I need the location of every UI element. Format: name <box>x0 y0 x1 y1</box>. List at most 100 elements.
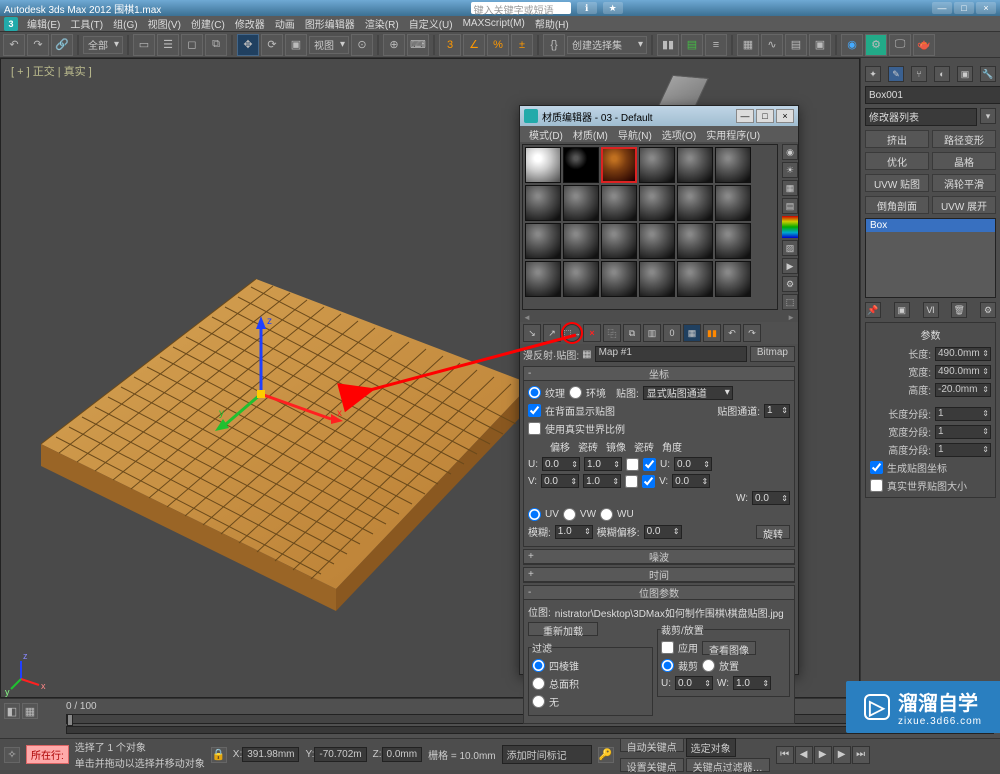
menu-tools[interactable]: 工具(T) <box>65 16 108 31</box>
mod-turbosmooth[interactable]: 涡轮平滑 <box>932 174 996 192</box>
timeline-mini-icon[interactable]: ◧ <box>4 703 20 719</box>
minimize-button[interactable]: — <box>932 2 952 14</box>
sample-slot[interactable] <box>639 185 675 221</box>
mirror-button[interactable]: ▮▮ <box>657 34 679 56</box>
material-id-icon[interactable]: 0 <box>663 324 681 342</box>
go-forward-icon[interactable]: ↷ <box>743 324 761 342</box>
star-icon[interactable]: ★ <box>603 2 623 14</box>
matedit-menubar[interactable]: 模式(D) 材质(M) 导航(N) 选项(O) 实用程序(U) <box>520 126 798 142</box>
show-end-result-icon[interactable]: ▮▮ <box>703 324 721 342</box>
render-button[interactable]: 🫖 <box>913 34 935 56</box>
sample-slot[interactable] <box>639 223 675 259</box>
coord-x[interactable]: 391.98mm <box>242 747 299 762</box>
sample-slot[interactable] <box>525 147 561 183</box>
layers-button[interactable]: ≡ <box>705 34 727 56</box>
widthsegs-spinner[interactable]: 1 <box>935 425 991 439</box>
menu-maxscript[interactable]: MAXScript(M) <box>458 18 530 29</box>
object-name-input[interactable] <box>865 86 1000 104</box>
rotate-button[interactable]: 旋转 <box>756 525 790 539</box>
menu-view[interactable]: 视图(V) <box>143 16 186 31</box>
menu-group[interactable]: 组(G) <box>108 16 142 31</box>
uv-radio[interactable] <box>528 508 541 521</box>
play-button[interactable]: ▶ <box>814 746 832 764</box>
render-setup-button[interactable]: ⚙ <box>865 34 887 56</box>
mod-uvwmap[interactable]: UVW 贴图 <box>865 174 929 192</box>
dopesheet-button[interactable]: ▤ <box>785 34 807 56</box>
sample-slot[interactable] <box>639 261 675 297</box>
matmenu-options[interactable]: 选项(O) <box>657 127 701 142</box>
coord-y[interactable]: -70.702m <box>314 747 366 762</box>
panel-utilities-icon[interactable]: 🔧 <box>980 66 996 82</box>
menu-graph[interactable]: 图形编辑器 <box>300 16 360 31</box>
percent-snap-button[interactable]: % <box>487 34 509 56</box>
spinner-snap-button[interactable]: ± <box>511 34 533 56</box>
menu-customize[interactable]: 自定义(U) <box>404 16 458 31</box>
matmenu-nav[interactable]: 导航(N) <box>613 127 657 142</box>
go-to-parent-icon[interactable]: ↶ <box>723 324 741 342</box>
width-spinner[interactable]: 490.0mm <box>935 365 991 379</box>
snap-button[interactable]: 3 <box>439 34 461 56</box>
sample-slot[interactable] <box>601 261 637 297</box>
mod-optimize[interactable]: 优化 <box>865 152 929 170</box>
heightsegs-spinner[interactable]: 1 <box>935 443 991 457</box>
select-region-button[interactable]: ◻ <box>181 34 203 56</box>
window-crossing-button[interactable]: ⧉ <box>205 34 227 56</box>
panel-display-icon[interactable]: ▣ <box>957 66 973 82</box>
main-menubar[interactable]: 3 编辑(E) 工具(T) 组(G) 视图(V) 创建(C) 修改器 动画 图形… <box>0 16 1000 32</box>
blur-spinner[interactable]: 1.0 <box>555 525 593 539</box>
next-frame-button[interactable]: ▶ <box>833 746 851 764</box>
panel-modify-icon[interactable]: ✎ <box>888 66 904 82</box>
setkey-button[interactable]: 设置关键点 <box>620 758 684 772</box>
scroll-left-icon[interactable]: ◄ <box>523 313 531 322</box>
w-angle-spinner[interactable]: 0.0 <box>752 491 790 505</box>
refcoord-dropdown[interactable]: 视图 <box>309 36 349 54</box>
selsetel;-dropdown[interactable]: 选定对象 <box>686 738 736 757</box>
sample-slot[interactable] <box>563 261 599 297</box>
angle-snap-button[interactable]: ∠ <box>463 34 485 56</box>
menu-animation[interactable]: 动画 <box>270 16 300 31</box>
mod-bevelprofile[interactable]: 倒角剖面 <box>865 196 929 214</box>
move-button[interactable]: ✥ <box>237 34 259 56</box>
crop-u-spinner[interactable]: 0.0 <box>675 676 713 690</box>
sample-slot[interactable] <box>677 185 713 221</box>
link-button[interactable]: 🔗 <box>51 34 73 56</box>
lock-icon[interactable]: 🔒 <box>211 747 227 763</box>
sample-slot[interactable] <box>525 261 561 297</box>
matedit-titlebar[interactable]: 材质编辑器 - 03 - Default —□× <box>520 106 798 126</box>
height-spinner[interactable]: -20.0mm <box>935 383 991 397</box>
material-editor-button[interactable]: ◉ <box>841 34 863 56</box>
stack-unique-icon[interactable]: Ⅵ <box>923 302 939 318</box>
map-type-button[interactable]: Bitmap <box>750 346 795 362</box>
coord-rollout-header[interactable]: 坐标 <box>524 367 794 381</box>
v-angle-spinner[interactable]: 0.0 <box>672 474 710 488</box>
rotate-button[interactable]: ⟳ <box>261 34 283 56</box>
lengthsegs-spinner[interactable]: 1 <box>935 407 991 421</box>
pyramidal-radio[interactable] <box>532 659 545 672</box>
sample-slot[interactable] <box>677 223 713 259</box>
named-sel-dropdown[interactable]: 创建选择集 <box>567 36 647 54</box>
curve-editor-button[interactable]: ∿ <box>761 34 783 56</box>
stack-item-box[interactable]: Box <box>866 219 995 232</box>
put-to-scene-icon[interactable]: ↗ <box>543 324 561 342</box>
material-editor-window[interactable]: 材质编辑器 - 03 - Default —□× 模式(D) 材质(M) 导航(… <box>519 105 799 675</box>
bluroffset-spinner[interactable]: 0.0 <box>644 525 682 539</box>
script-listener[interactable]: 所在行: <box>26 745 69 764</box>
render-fb-button[interactable]: 🖵 <box>889 34 911 56</box>
info-icon[interactable]: ℹ <box>577 2 597 14</box>
make-copy-icon[interactable]: ⿻ <box>603 324 621 342</box>
params-rollout-title[interactable]: 参数 <box>870 327 991 342</box>
use-realworld-checkbox[interactable] <box>528 422 541 435</box>
panel-motion-icon[interactable]: ◐ <box>934 66 950 82</box>
maximize-button[interactable]: □ <box>954 2 974 14</box>
panel-hierarchy-icon[interactable]: ⑂ <box>911 66 927 82</box>
backlight-icon[interactable]: ☀ <box>782 162 798 178</box>
close-button[interactable]: × <box>976 2 996 14</box>
u-mirror-checkbox[interactable] <box>626 458 639 471</box>
select-name-button[interactable]: ☰ <box>157 34 179 56</box>
app-logo-icon[interactable]: 3 <box>4 17 18 31</box>
matedit-close-button[interactable]: × <box>776 109 794 123</box>
matmenu-mode[interactable]: 模式(D) <box>524 127 568 142</box>
add-time-tag[interactable]: 添加时间标记 <box>502 745 592 764</box>
menu-help[interactable]: 帮助(H) <box>530 16 574 31</box>
menu-render[interactable]: 渲染(R) <box>360 16 404 31</box>
